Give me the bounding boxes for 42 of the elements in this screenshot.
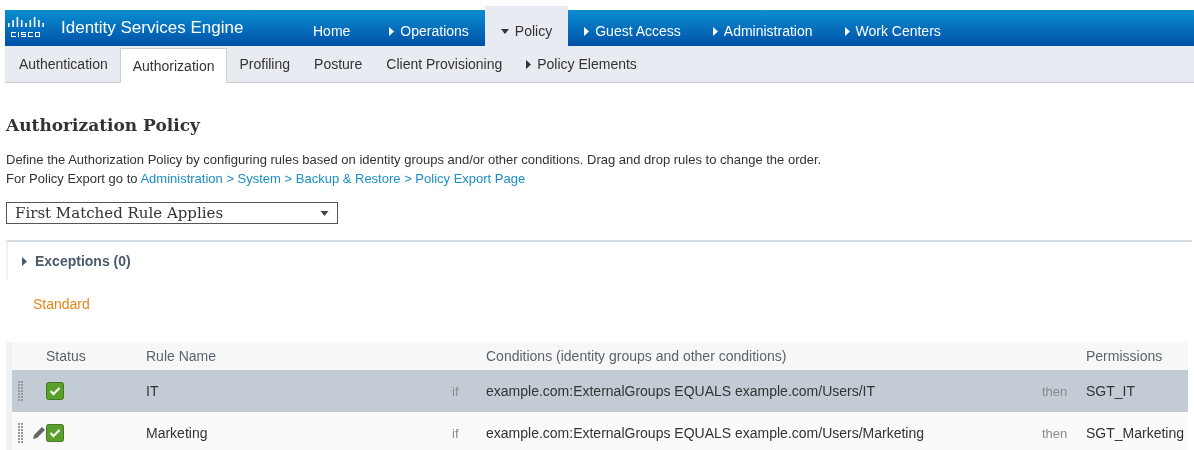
drag-handle-icon[interactable] <box>18 423 24 443</box>
sub-tab[interactable]: Profiling <box>227 46 303 82</box>
sub-tab[interactable]: Policy Elements <box>514 46 649 82</box>
column-header: Conditions (identity groups and other conditions) <box>486 348 788 364</box>
if-keyword: if <box>452 425 460 441</box>
rule-row[interactable]: IT if example.com:ExternalGroups EQUALS example.com/Users/IT then SGT_IT <box>12 370 1188 412</box>
export-link[interactable]: Administration > System > Backup & Restore > Policy Export Page <box>140 171 526 186</box>
rule-name: IT <box>146 383 160 399</box>
column-header: Permissions <box>1086 348 1164 364</box>
exceptions-toggle[interactable]: Exceptions (0) <box>22 253 131 269</box>
rule-row[interactable]: Marketing if example.com:ExternalGroups EQUALS example.com/Users/Marketing then SGT_Marketing <box>12 412 1188 450</box>
status-checkbox[interactable] <box>46 424 64 442</box>
sub-tab[interactable]: Authorization <box>119 48 228 83</box>
sub-tab[interactable]: Client Provisioning <box>374 46 515 82</box>
caret-down-icon <box>320 210 329 216</box>
sub-tab[interactable]: Authentication <box>7 46 120 82</box>
nav-tab[interactable]: Operations <box>373 10 485 46</box>
status-checkbox[interactable] <box>46 382 64 400</box>
nav-tab[interactable]: Policy <box>484 6 569 46</box>
pencil-icon[interactable] <box>32 426 46 440</box>
if-keyword: if <box>452 383 460 399</box>
section-label: Standard <box>33 296 90 312</box>
permission-text: SGT_IT <box>1086 383 1136 399</box>
then-keyword: then <box>1042 425 1069 441</box>
export-text: For Policy Export go to <box>6 171 138 186</box>
permission-text: SGT_Marketing <box>1086 425 1186 441</box>
rule-name: Marketing <box>146 425 209 441</box>
condition-text: example.com:ExternalGroups EQUALS example.com/Users/Marketing <box>486 425 926 441</box>
page-title: Authorization Policy <box>6 115 202 135</box>
description-text: Define the Authorization Policy by configuring rules based on identity groups and/or other conditions. Drag and drop rules to change the order. <box>6 152 823 167</box>
column-header: Status <box>46 348 87 364</box>
nav-tab[interactable]: Administration <box>696 10 829 46</box>
product-title: Identity Services Engine <box>61 17 245 39</box>
nav-tab[interactable]: Work Centers <box>828 10 957 46</box>
then-keyword: then <box>1042 383 1069 399</box>
match-mode-dropdown[interactable]: First Matched Rule Applies <box>6 202 338 224</box>
column-header: Rule Name <box>146 348 218 364</box>
condition-text: example.com:ExternalGroups EQUALS example.com/Users/IT <box>486 383 877 399</box>
nav-tab[interactable]: Home <box>293 10 374 46</box>
nav-tab[interactable]: Guest Access <box>568 10 697 46</box>
sub-tab[interactable]: Posture <box>302 46 375 82</box>
drag-handle-icon[interactable] <box>18 381 24 401</box>
